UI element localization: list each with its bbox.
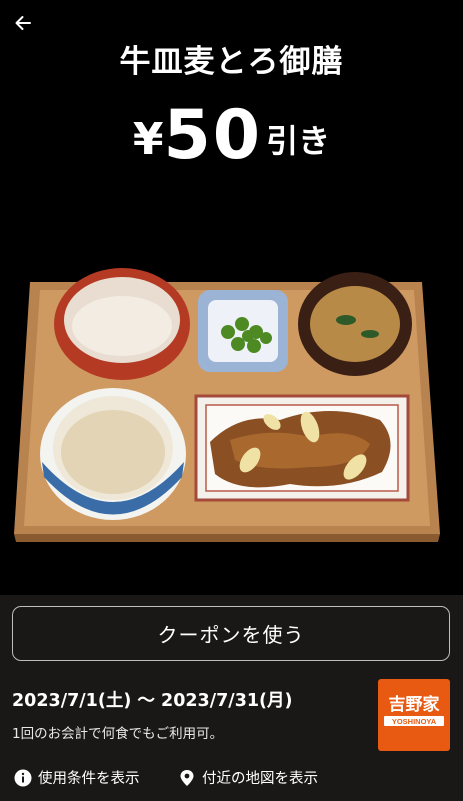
map-link-label: 付近の地図を表示 [202, 771, 318, 787]
logo-latin: YOSHINOYA [391, 717, 437, 726]
use-coupon-button[interactable]: クーポンを使う [12, 606, 450, 661]
product-photo [10, 262, 450, 547]
back-button[interactable] [10, 10, 36, 36]
coupon-panel: クーポンを使う 2023/7/1(土) 〜 2023/7/31(月) 1回のお会… [0, 595, 463, 801]
yoshinoya-logo: 吉野家 YOSHINOYA [378, 679, 450, 751]
terms-link[interactable]: 使用条件を表示 [14, 767, 140, 788]
product-title: 牛皿麦とろ御膳 [119, 44, 344, 80]
location-pin-icon [178, 769, 196, 787]
terms-link-label: 使用条件を表示 [38, 771, 140, 787]
coupon-hero: 牛皿麦とろ御膳 ¥50 引き [0, 0, 463, 595]
usage-note: 1回のお会計で何食でもご利用可。 [12, 726, 224, 742]
arrow-left-icon [15, 16, 31, 30]
price-amount: 50 [163, 96, 263, 175]
price-suffix: 引き [266, 122, 331, 160]
validity-period: 2023/7/1(土) 〜 2023/7/31(月) [12, 691, 293, 711]
map-link[interactable]: 付近の地図を表示 [178, 767, 318, 788]
logo-kanji: 吉野家 [388, 695, 440, 715]
price-currency: ¥ [132, 114, 164, 165]
discount-label: ¥50 引き [0, 96, 463, 175]
info-icon [14, 769, 32, 787]
